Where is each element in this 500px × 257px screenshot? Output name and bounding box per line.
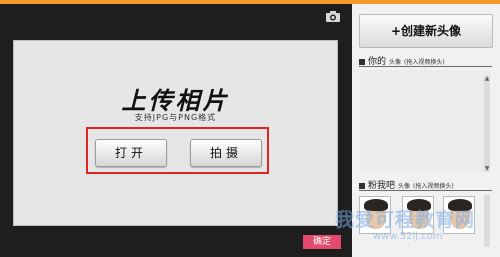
- shoot-button[interactable]: 拍摄: [190, 139, 262, 167]
- bullet-icon: [359, 182, 365, 189]
- fan-avatars-scrollbar[interactable]: [484, 195, 490, 247]
- fan-avatars-sublabel: 头像: [398, 183, 411, 190]
- watermark-url: www.52ij.com: [373, 231, 443, 242]
- bullet-icon: [359, 58, 365, 65]
- fan-avatars-hint: (拖入视频换头): [413, 183, 454, 190]
- my-avatars-scrollbar[interactable]: ▲ ▼: [484, 76, 490, 172]
- my-avatars-list: [360, 70, 490, 172]
- scroll-down-icon[interactable]: ▼: [484, 166, 490, 172]
- upload-title: 上传相片: [121, 87, 230, 115]
- upload-subtitle: 支持JPG与PNG格式: [134, 113, 217, 122]
- watermark-text: 我爱可程教育网: [335, 209, 476, 231]
- open-button[interactable]: 打开: [95, 139, 167, 167]
- create-avatar-button[interactable]: +创建新头像: [359, 14, 493, 48]
- scroll-up-icon[interactable]: ▲: [484, 76, 490, 82]
- divider: [359, 190, 492, 191]
- my-avatars-sublabel: 头像: [389, 59, 402, 66]
- my-avatars-hint: (拖入视频换头): [404, 59, 445, 66]
- confirm-button[interactable]: 确定: [303, 235, 341, 249]
- divider: [359, 66, 492, 67]
- camera-icon[interactable]: [326, 11, 340, 22]
